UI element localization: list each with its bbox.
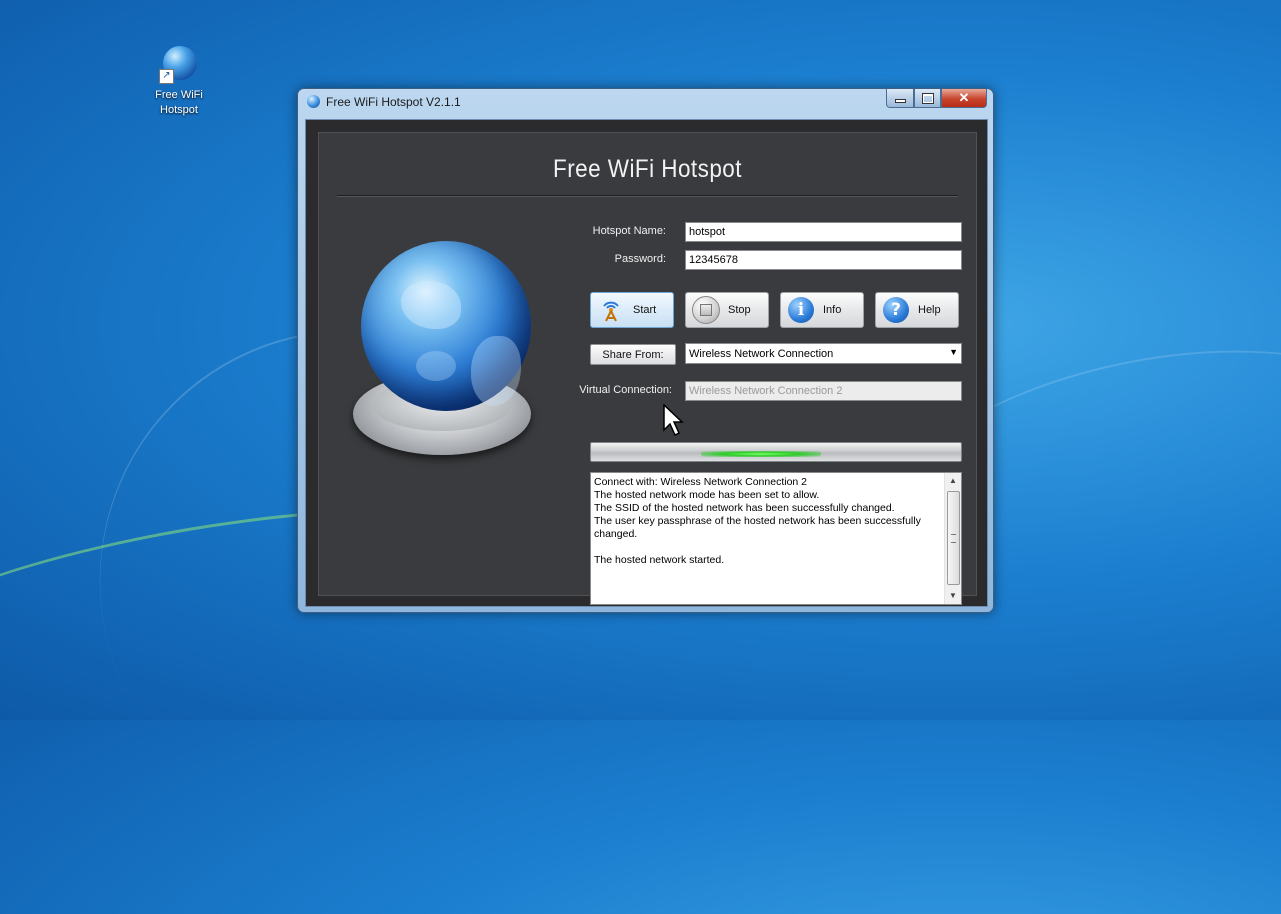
maximize-icon <box>921 92 934 104</box>
scroll-up-arrow-icon[interactable]: ▲ <box>945 473 961 489</box>
minimize-button[interactable] <box>886 89 914 108</box>
password-input[interactable] <box>685 250 962 270</box>
main-panel: Free WiFi Hotspot Hotspot Name: Password… <box>318 132 977 605</box>
app-globe-icon <box>307 95 320 108</box>
stop-button-label: Stop <box>728 304 751 316</box>
maximize-button[interactable] <box>914 89 941 108</box>
log-scrollbar[interactable]: ▲ ▼ <box>944 473 961 604</box>
virtual-connection-input[interactable] <box>685 381 962 401</box>
mouse-cursor-icon <box>663 404 684 437</box>
info-icon-wrap: i <box>787 296 815 324</box>
globe-logo-image <box>353 225 538 475</box>
virtual-connection-label: Virtual Connection: <box>579 384 672 396</box>
wifi-tower-icon <box>597 296 625 324</box>
status-log-text: Connect with: Wireless Network Connectio… <box>594 476 921 566</box>
info-button-label: Info <box>823 304 842 316</box>
help-icon: ? <box>883 297 909 323</box>
close-icon: ✕ <box>958 90 970 105</box>
status-log[interactable]: Connect with: Wireless Network Connectio… <box>590 472 962 605</box>
window-title: Free WiFi Hotspot V2.1.1 <box>326 95 461 109</box>
start-button[interactable]: Start <box>590 292 674 328</box>
share-from-value: Wireless Network Connection <box>689 347 834 360</box>
dropdown-arrow-icon: ▼ <box>949 347 958 357</box>
scrollbar-thumb[interactable] <box>947 491 960 585</box>
desktop-shortcut-free-wifi-hotspot[interactable]: ↗ Free WiFi Hotspot <box>148 44 210 118</box>
start-button-label: Start <box>633 304 657 316</box>
minimize-icon <box>894 99 906 103</box>
app-window: Free WiFi Hotspot V2.1.1 ✕ Free WiFi Hot… <box>297 88 994 613</box>
shortcut-arrow-icon: ↗ <box>159 69 174 84</box>
globe-landmass <box>401 281 461 329</box>
close-button[interactable]: ✕ <box>941 89 987 108</box>
header-divider <box>337 195 958 196</box>
window-client-area: Free WiFi Hotspot Hotspot Name: Password… <box>305 119 988 607</box>
globe-landmass <box>416 351 456 381</box>
help-icon-wrap: ? <box>882 296 910 324</box>
info-icon: i <box>788 297 814 323</box>
scroll-down-arrow-icon[interactable]: ▼ <box>945 588 961 604</box>
stop-icon-wrap <box>692 296 720 324</box>
info-button[interactable]: i Info <box>780 292 864 328</box>
app-heading: Free WiFi Hotspot <box>553 155 742 183</box>
desktop-shortcut-label: Free WiFi Hotspot <box>155 89 203 116</box>
hotspot-name-input[interactable] <box>685 222 962 242</box>
globe-sphere <box>361 241 531 411</box>
progress-glow <box>701 451 821 457</box>
password-label: Password: <box>614 253 666 265</box>
globe-shortcut-icon: ↗ <box>159 44 199 84</box>
stop-icon <box>692 296 720 324</box>
share-from-button[interactable]: Share From: <box>590 344 676 365</box>
help-button-label: Help <box>918 304 941 316</box>
stop-button[interactable]: Stop <box>685 292 769 328</box>
window-titlebar[interactable]: Free WiFi Hotspot V2.1.1 ✕ <box>298 89 993 115</box>
hotspot-name-label: Hotspot Name: <box>592 225 666 237</box>
status-progress-bar <box>590 442 962 462</box>
help-button[interactable]: ? Help <box>875 292 959 328</box>
share-from-dropdown[interactable]: Wireless Network Connection ▼ <box>685 343 962 364</box>
